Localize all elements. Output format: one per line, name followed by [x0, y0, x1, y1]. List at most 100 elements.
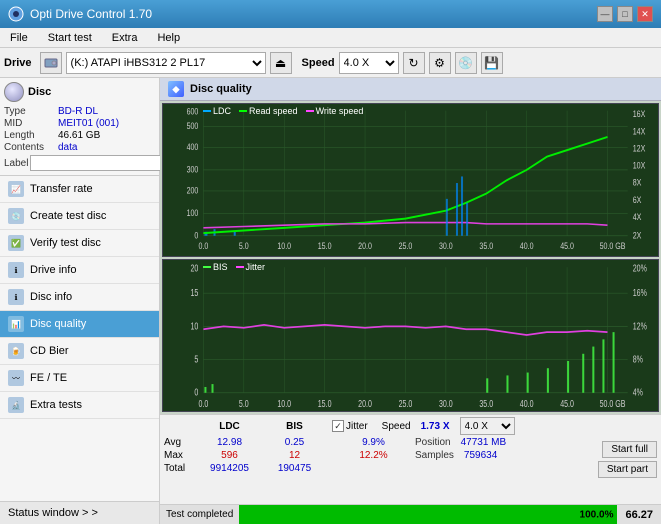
chart2-svg: 0 5 10 15 20 4% 8% 12% 16% 20% 0.0 5.0 1… — [163, 260, 658, 412]
refresh-button[interactable]: ↻ — [403, 52, 425, 74]
svg-text:30.0: 30.0 — [439, 397, 453, 409]
nav-create-test-disc[interactable]: 💿 Create test disc — [0, 203, 159, 230]
app-icon — [8, 6, 24, 22]
disc-type-key: Type — [4, 106, 58, 117]
dq-title: Disc quality — [190, 83, 252, 95]
toolbar: Drive (K:) ATAPI iHBS312 2 PL17 ⏏ Speed … — [0, 48, 661, 78]
disc-type-val: BD-R DL — [58, 106, 98, 117]
svg-text:200: 200 — [187, 186, 199, 196]
disc-panel-header: Disc — [4, 82, 155, 102]
svg-text:0: 0 — [194, 386, 198, 398]
nav-create-test-disc-label: Create test disc — [30, 210, 106, 222]
nav-items: 📈 Transfer rate 💿 Create test disc ✅ Ver… — [0, 176, 159, 501]
legend-read-speed-label: Read speed — [249, 106, 298, 116]
progress-bar-container: Test completed 100.0% 66.27 — [160, 504, 661, 524]
svg-text:100: 100 — [187, 208, 199, 218]
drive-select[interactable]: (K:) ATAPI iHBS312 2 PL17 — [66, 52, 266, 74]
col-header-ldc: LDC — [202, 421, 257, 432]
svg-text:20: 20 — [190, 262, 198, 274]
position-label: Position — [415, 437, 451, 448]
nav-extra-tests[interactable]: 🔬 Extra tests — [0, 392, 159, 419]
svg-text:6X: 6X — [633, 195, 642, 205]
legend-write-speed-label: Write speed — [316, 106, 364, 116]
svg-text:25.0: 25.0 — [399, 397, 413, 409]
legend-jitter-dot — [236, 266, 244, 268]
disc-quality-icon: 📊 — [8, 316, 24, 332]
nav-transfer-rate[interactable]: 📈 Transfer rate — [0, 176, 159, 203]
svg-text:8X: 8X — [633, 178, 642, 188]
nav-verify-test-disc[interactable]: ✅ Verify test disc — [0, 230, 159, 257]
disc-button[interactable]: 💿 — [455, 52, 477, 74]
charts-container: LDC Read speed Write speed — [160, 101, 661, 414]
progress-inner: 100.0% — [239, 505, 617, 524]
speed-select-stats[interactable]: 4.0 X — [460, 417, 515, 435]
transfer-rate-icon: 📈 — [8, 181, 24, 197]
svg-text:25.0: 25.0 — [399, 241, 413, 251]
disc-label-key: Label — [4, 158, 28, 169]
eject-button[interactable]: ⏏ — [270, 52, 292, 74]
legend-read-speed: Read speed — [239, 106, 298, 116]
dq-icon: ◆ — [168, 81, 184, 97]
jitter-checkbox[interactable]: ✓ — [332, 420, 344, 432]
legend-ldc: LDC — [203, 106, 231, 116]
svg-text:5.0: 5.0 — [239, 397, 249, 409]
chart1-legend: LDC Read speed Write speed — [203, 106, 363, 116]
chart2-legend: BIS Jitter — [203, 262, 265, 272]
svg-text:0.0: 0.0 — [198, 397, 208, 409]
minimize-button[interactable]: — — [597, 6, 613, 22]
chart-bis: BIS Jitter — [162, 259, 659, 413]
svg-text:30.0: 30.0 — [439, 241, 453, 251]
menu-file[interactable]: File — [4, 30, 34, 46]
svg-text:2X: 2X — [633, 231, 642, 241]
legend-read-speed-dot — [239, 110, 247, 112]
disc-mid-val: MEIT01 (001) — [58, 118, 119, 129]
maximize-button[interactable]: □ — [617, 6, 633, 22]
start-full-button[interactable]: Start full — [602, 441, 657, 458]
svg-text:400: 400 — [187, 142, 199, 152]
disc-panel: Disc Type BD-R DL MID MEIT01 (001) Lengt… — [0, 78, 159, 176]
content-area: ◆ Disc quality LDC Read speed — [160, 78, 661, 524]
sidebar: Disc Type BD-R DL MID MEIT01 (001) Lengt… — [0, 78, 160, 524]
nav-fe-te[interactable]: 〰 FE / TE — [0, 365, 159, 392]
speed-select[interactable]: 4.0 X — [339, 52, 399, 74]
menu-help[interactable]: Help — [151, 30, 186, 46]
nav-cd-bier-label: CD Bier — [30, 345, 69, 357]
jitter-checkbox-row: ✓ Jitter — [332, 420, 368, 432]
disc-icon — [4, 82, 24, 102]
disc-contents-val: data — [58, 142, 77, 153]
nav-disc-info[interactable]: ℹ Disc info — [0, 284, 159, 311]
close-button[interactable]: ✕ — [637, 6, 653, 22]
settings-button[interactable]: ⚙ — [429, 52, 451, 74]
fe-te-icon: 〰 — [8, 370, 24, 386]
disc-label-input[interactable] — [30, 155, 164, 171]
svg-text:10.0: 10.0 — [277, 241, 291, 251]
app-title: Opti Drive Control 1.70 — [30, 7, 597, 21]
svg-text:10: 10 — [190, 319, 198, 331]
score: 66.27 — [617, 509, 661, 521]
svg-text:0.0: 0.0 — [199, 241, 209, 251]
save-button[interactable]: 💾 — [481, 52, 503, 74]
status-window-button[interactable]: Status window > > — [0, 501, 159, 524]
svg-text:15: 15 — [190, 286, 198, 298]
drive-label: Drive — [4, 57, 32, 69]
window-controls: — □ ✕ — [597, 6, 653, 22]
legend-jitter: Jitter — [236, 262, 266, 272]
chart1-svg: 0 100 200 300 400 500 600 2X 4X 6X 8X 10… — [163, 104, 658, 256]
nav-cd-bier[interactable]: 🍺 CD Bier — [0, 338, 159, 365]
disc-quality-header: ◆ Disc quality — [160, 78, 661, 101]
svg-text:15.0: 15.0 — [318, 397, 332, 409]
svg-text:8%: 8% — [633, 353, 643, 365]
stats-right: Start full Start part — [537, 417, 657, 502]
disc-length-val: 46.61 GB — [58, 130, 100, 141]
nav-disc-quality[interactable]: 📊 Disc quality — [0, 311, 159, 338]
menu-start-test[interactable]: Start test — [42, 30, 98, 46]
legend-write-speed: Write speed — [306, 106, 364, 116]
speed-current-val: 1.73 X — [421, 421, 450, 432]
menu-extra[interactable]: Extra — [106, 30, 144, 46]
col-header-jitter: Jitter — [346, 421, 368, 432]
disc-label-row: Label 🔍 — [4, 155, 155, 171]
avg-bis: 0.25 — [267, 437, 322, 448]
svg-text:16%: 16% — [633, 286, 647, 298]
start-part-button[interactable]: Start part — [598, 461, 657, 478]
nav-drive-info[interactable]: ℹ Drive info — [0, 257, 159, 284]
